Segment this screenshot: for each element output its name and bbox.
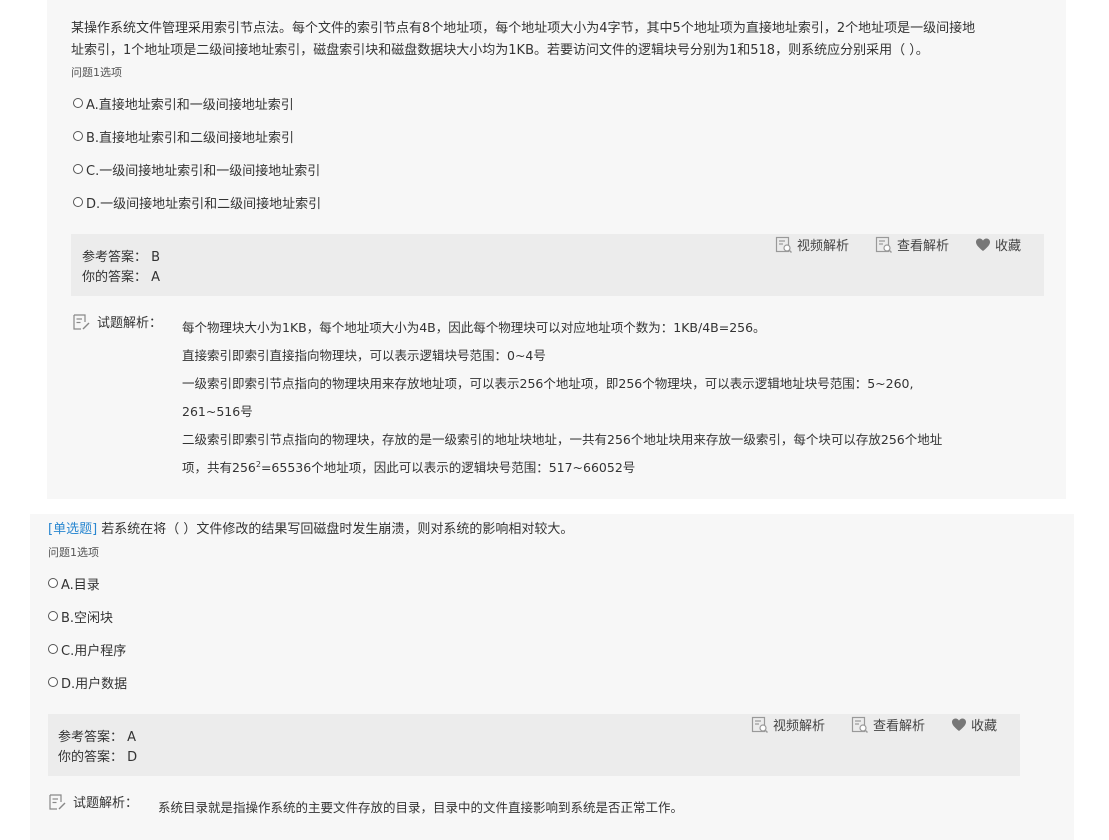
question-1-explanation-line-5: 二级索引即索引节点指向的物理块，存放的是一级索引的地址块地址，一共有256个地址… (182, 432, 943, 447)
radio-button[interactable] (48, 611, 58, 621)
radio-button[interactable] (73, 164, 83, 174)
favorite-button[interactable]: 收藏 (975, 235, 1021, 254)
question-1-explanation-line-4: 261~516号 (182, 404, 253, 419)
question-2-option-c[interactable]: C.用户程序 (48, 640, 127, 659)
question-2-option-d[interactable]: D.用户数据 (48, 673, 128, 692)
question-1-explanation-line-2: 直接索引即索引直接指向物理块，可以表示逻辑块号范围：0~4号 (182, 348, 546, 363)
your-answer-value: D (127, 750, 138, 765)
video-analysis-label: 视频解析 (797, 239, 850, 254)
radio-button[interactable] (73, 197, 83, 207)
video-analysis-icon (775, 236, 792, 253)
question-1-explanation-line-6: 项，共有2562=65536个地址项，因此可以表示的逻辑块号范围：517~660… (182, 459, 636, 475)
question-card-2 (30, 514, 1074, 840)
option-label: D.一级间接地址索引和二级间接地址索引 (86, 196, 322, 212)
question-2-explanation-line-1: 系统目录就是指操作系统的主要文件存放的目录，目录中的文件直接影响到系统是否正常工… (158, 800, 684, 815)
reference-answer-value: A (127, 730, 137, 745)
view-analysis-button[interactable]: 查看解析 (875, 235, 949, 254)
option-label: D.用户数据 (61, 676, 128, 692)
question-1-option-d[interactable]: D.一级间接地址索引和二级间接地址索引 (73, 193, 322, 212)
view-analysis-icon (875, 236, 892, 253)
radio-button[interactable] (73, 131, 83, 141)
question-1-text-line-2: 址索引，1个地址项是二级间接地址索引，磁盘索引块和磁盘数据块大小均为1KB。若要… (71, 43, 929, 58)
question-1-explanation-line-3: 一级索引即索引节点指向的物理块用来存放地址项，可以表示256个地址项，即256个… (182, 376, 914, 391)
radio-button[interactable] (73, 98, 83, 108)
view-analysis-icon (851, 716, 868, 733)
radio-button[interactable] (48, 677, 58, 687)
video-analysis-label: 视频解析 (773, 719, 826, 734)
question-2-subtitle: 问题1选项 (48, 546, 99, 559)
edit-note-icon (49, 793, 66, 810)
view-analysis-label: 查看解析 (873, 719, 926, 734)
question-1-text-line-1: 某操作系统文件管理采用索引节点法。每个文件的索引节点有8个地址项，每个地址项大小… (71, 21, 976, 36)
radio-button[interactable] (48, 578, 58, 588)
your-answer-label: 你的答案： (58, 750, 124, 765)
question-type-tag: [单选题] (48, 522, 98, 537)
question-1-explanation-label: 试题解析： (72, 312, 162, 331)
view-analysis-label: 查看解析 (897, 239, 950, 254)
question-2-body: 若系统在将（ ）文件修改的结果写回磁盘时发生崩溃，则对系统的影响相对较大。 (101, 522, 574, 537)
video-analysis-icon (751, 716, 768, 733)
option-label: B.直接地址索引和二级间接地址索引 (86, 130, 295, 146)
view-analysis-button[interactable]: 查看解析 (851, 715, 925, 734)
heart-icon (976, 238, 990, 251)
radio-button[interactable] (48, 644, 58, 654)
favorite-label: 收藏 (995, 239, 1022, 254)
option-label: B.空闲块 (61, 610, 114, 626)
video-analysis-button[interactable]: 视频解析 (775, 235, 849, 254)
question-1-your-answer: 你的答案： A (82, 266, 160, 285)
option-label: A.目录 (61, 577, 100, 593)
your-answer-value: A (151, 270, 161, 285)
reference-answer-label: 参考答案： (82, 250, 148, 265)
question-2-reference-answer: 参考答案： A (58, 726, 136, 745)
question-2-option-b[interactable]: B.空闲块 (48, 607, 114, 626)
video-analysis-button[interactable]: 视频解析 (751, 715, 825, 734)
question-2-text: [单选题] 若系统在将（ ）文件修改的结果写回磁盘时发生崩溃，则对系统的影响相对… (48, 519, 573, 541)
question-2-explanation-label: 试题解析： (48, 792, 138, 811)
question-2-option-a[interactable]: A.目录 (48, 574, 100, 593)
edit-note-icon (73, 313, 90, 330)
question-1-explanation-line-1: 每个物理块大小为1KB，每个地址项大小为4B，因此每个物理块可以对应地址项个数为… (182, 320, 766, 335)
your-answer-label: 你的答案： (82, 270, 148, 285)
option-label: A.直接地址索引和一级间接地址索引 (86, 97, 294, 113)
question-2-your-answer: 你的答案： D (58, 746, 137, 765)
option-label: C.一级间接地址索引和一级间接地址索引 (86, 163, 321, 179)
question-1-reference-answer: 参考答案： B (82, 246, 160, 265)
question-1-option-b[interactable]: B.直接地址索引和二级间接地址索引 (73, 127, 295, 146)
heart-icon (952, 718, 966, 731)
question-1-option-c[interactable]: C.一级间接地址索引和一级间接地址索引 (73, 160, 321, 179)
favorite-button[interactable]: 收藏 (951, 715, 997, 734)
reference-answer-label: 参考答案： (58, 730, 124, 745)
question-1-option-a[interactable]: A.直接地址索引和一级间接地址索引 (73, 94, 294, 113)
option-label: C.用户程序 (61, 643, 127, 659)
question-1-subtitle: 问题1选项 (71, 66, 122, 79)
favorite-label: 收藏 (971, 719, 998, 734)
reference-answer-value: B (151, 250, 161, 265)
